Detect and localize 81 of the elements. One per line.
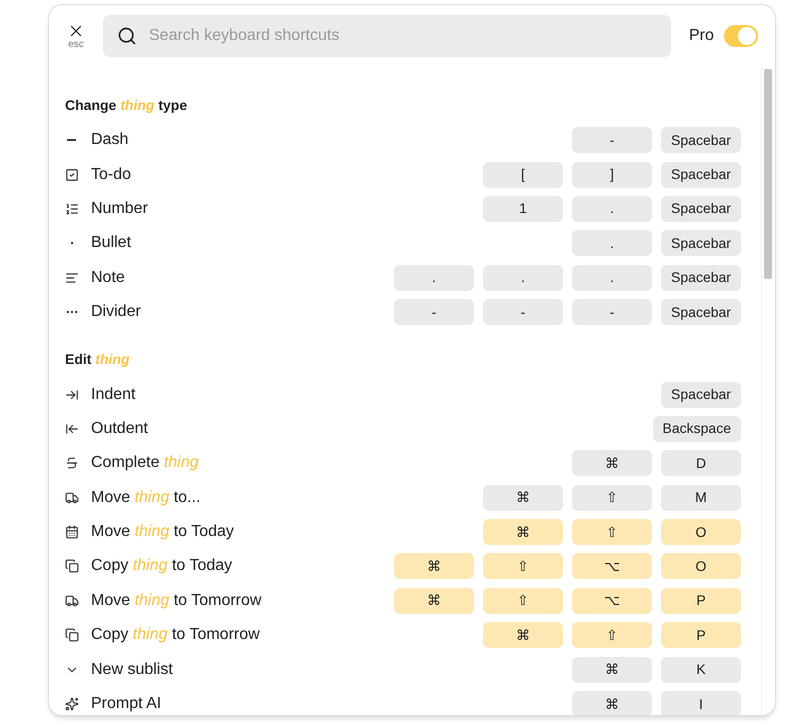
section-title: Change thing type	[65, 96, 188, 115]
calendar-icon	[65, 525, 79, 540]
key-cap: ⌘	[483, 519, 563, 546]
truck-icon	[65, 490, 79, 505]
key-cap: ⌘	[572, 450, 652, 476]
section-title: Edit thing	[65, 350, 131, 370]
scrollbar-thumb[interactable]	[764, 69, 772, 279]
shortcut-label: Number	[91, 198, 148, 219]
key-cap: .	[572, 264, 652, 291]
numbered-list-icon	[65, 202, 79, 216]
shortcut-label: Note	[91, 268, 125, 288]
close-button[interactable]: esc	[63, 22, 89, 50]
key-cap: ⌘	[572, 691, 652, 715]
key-cap: Spacebar	[661, 264, 741, 291]
key-cap: .	[572, 230, 652, 256]
shortcut-label: Dash	[91, 130, 128, 150]
sparkles-icon	[65, 697, 79, 712]
key-cap: I	[661, 691, 741, 715]
shortcut-label: Move thing to Today	[91, 522, 234, 542]
dash-icon	[67, 139, 76, 141]
copy-icon	[65, 559, 79, 574]
indent-icon	[65, 388, 79, 402]
shortcut-label: Prompt AI	[91, 694, 162, 714]
key-cap: K	[661, 656, 741, 683]
key-cap: ⌘	[572, 656, 652, 683]
key-cap: -	[572, 127, 652, 154]
key-cap: ⌘	[394, 553, 474, 580]
key-cap: ]	[572, 162, 652, 188]
shortcut-label: Divider	[91, 302, 141, 322]
key-cap: ⌥	[572, 553, 652, 580]
shortcut-label: Copy thing to Tomorrow	[91, 625, 260, 646]
key-cap: 1	[483, 196, 563, 222]
key-cap: -	[394, 299, 474, 326]
key-cap: ⇧	[572, 484, 652, 511]
shortcut-label: Move thing to Tomorrow	[91, 590, 262, 611]
key-cap: -	[572, 299, 652, 326]
shortcut-label: Indent	[91, 384, 136, 405]
outdent-icon	[65, 422, 79, 436]
key-cap: ⇧	[483, 553, 563, 580]
pro-label: Pro	[689, 26, 714, 46]
key-cap: O	[661, 519, 741, 546]
key-cap: Spacebar	[661, 162, 741, 188]
key-cap: [	[483, 162, 563, 188]
esc-hint: esc	[68, 40, 84, 50]
copy-icon	[65, 628, 79, 642]
shortcut-label: Outdent	[91, 418, 148, 439]
key-cap: ⌥	[572, 588, 652, 614]
key-cap: Spacebar	[661, 127, 741, 154]
key-cap: P	[661, 588, 741, 614]
text-lines-icon	[65, 270, 79, 285]
key-cap: P	[661, 622, 741, 648]
shortcut-label: Move thing to...	[91, 488, 200, 508]
checkbox-icon	[65, 168, 79, 182]
key-cap: Backspace	[652, 416, 741, 442]
shortcut-label: New sublist	[91, 660, 173, 680]
pro-toggle[interactable]	[724, 25, 758, 47]
search-field[interactable]: Search keyboard shortcuts	[103, 15, 671, 57]
key-cap: Spacebar	[661, 382, 741, 408]
key-cap: -	[483, 299, 563, 326]
key-cap: .	[572, 196, 652, 222]
key-cap: .	[394, 264, 474, 291]
shortcut-label: To-do	[91, 164, 132, 185]
key-cap: Spacebar	[661, 230, 741, 256]
shortcut-label: Bullet	[91, 233, 132, 254]
key-cap: Spacebar	[661, 196, 741, 222]
shortcut-label: Copy thing to Today	[91, 556, 232, 576]
truck-icon	[65, 594, 79, 608]
shortcut-label: Complete thing	[91, 453, 199, 474]
key-cap: .	[483, 264, 563, 291]
strikethrough-icon	[65, 456, 79, 470]
key-cap: M	[661, 484, 741, 511]
key-cap: Spacebar	[661, 299, 741, 326]
key-cap: D	[661, 450, 741, 476]
key-cap: ⌘	[394, 588, 474, 614]
key-cap: ⌘	[483, 622, 563, 648]
key-cap: ⌘	[483, 484, 563, 511]
key-cap: ⇧	[572, 519, 652, 546]
key-cap: ⇧	[572, 622, 652, 648]
key-cap: O	[661, 553, 741, 580]
key-cap: ⇧	[483, 588, 563, 614]
search-icon	[117, 26, 137, 46]
